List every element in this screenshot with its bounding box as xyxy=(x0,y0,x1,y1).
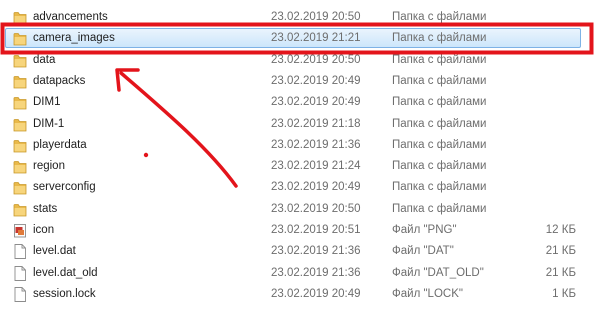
file-row[interactable]: data 23.02.2019 20:50 Папка с файлами xyxy=(0,50,600,71)
file-type: Файл "PNG" xyxy=(392,224,457,236)
file-row[interactable]: session.lock 23.02.2019 20:49 Файл "LOCK" 1… xyxy=(0,284,600,305)
folder-icon xyxy=(13,74,27,89)
file-date: 23.02.2019 20:49 xyxy=(271,74,361,87)
file-row[interactable]: level.dat_old 23.02.2019 21:36 Файл "DAT_O… xyxy=(0,263,600,284)
file-type: Файл "LOCK" xyxy=(392,287,463,300)
file-row[interactable]: playerdata 23.02.2019 21:36 Папка с файлам… xyxy=(0,135,600,156)
folder-icon xyxy=(13,202,27,217)
file-size: 21 КБ xyxy=(545,266,576,279)
file-name: camera_images xyxy=(33,32,115,45)
file-date: 23.02.2019 21:36 xyxy=(271,245,361,258)
file-name: level.dat xyxy=(33,245,76,258)
file-date: 23.02.2019 21:18 xyxy=(271,117,361,130)
file-row[interactable]: camera_images 23.02.2019 21:21 Папка с фай… xyxy=(0,28,600,49)
folder-icon xyxy=(13,117,27,132)
file-type: Папка с файлами xyxy=(392,160,487,173)
file-type: Папка с файлами xyxy=(392,96,487,109)
file-date: 23.02.2019 20:51 xyxy=(271,224,361,236)
file-name: advancements xyxy=(33,11,108,23)
file-type: Папка с файлами xyxy=(392,202,487,215)
file-name: icon xyxy=(33,224,55,236)
file-icon xyxy=(13,286,27,302)
file-date: 23.02.2019 21:21 xyxy=(271,32,361,45)
file-type: Папка с файлами xyxy=(392,138,487,151)
file-name: stats xyxy=(33,202,58,215)
file-date: 23.02.2019 20:50 xyxy=(271,202,361,215)
file-name: data xyxy=(33,53,56,66)
file-name: DIM-1 xyxy=(33,117,65,130)
folder-icon xyxy=(13,180,27,195)
file-date: 23.02.2019 21:36 xyxy=(271,138,361,151)
file-row[interactable]: DIM1 23.02.2019 20:49 Папка с файлами xyxy=(0,92,600,113)
file-size: 21 КБ xyxy=(545,245,576,258)
file-date: 23.02.2019 21:36 xyxy=(271,266,361,279)
file-size: 12 КБ xyxy=(545,224,576,236)
file-name: region xyxy=(33,160,65,173)
file-type: Папка с файлами xyxy=(392,11,487,23)
folder-icon xyxy=(13,31,27,46)
file-name: serverconfig xyxy=(33,181,96,194)
file-icon xyxy=(13,244,27,260)
file-size: 1 КБ xyxy=(552,287,576,300)
file-list: advancements 23.02.2019 20:50 Папка с файл… xyxy=(0,0,600,310)
file-row[interactable]: region 23.02.2019 21:24 Папка с файлами xyxy=(0,156,600,177)
file-date: 23.02.2019 20:49 xyxy=(271,96,361,109)
file-icon xyxy=(13,265,27,281)
file-row[interactable]: advancements 23.02.2019 20:50 Папка с файл… xyxy=(0,7,600,28)
folder-icon xyxy=(13,53,27,68)
file-type: Папка с файлами xyxy=(392,74,487,87)
file-type: Папка с файлами xyxy=(392,32,487,45)
file-date: 23.02.2019 20:49 xyxy=(271,287,361,300)
file-row[interactable]: level.dat 23.02.2019 21:36 Файл "DAT" 21 КБ xyxy=(0,241,600,262)
file-date: 23.02.2019 21:24 xyxy=(271,160,361,173)
file-date: 23.02.2019 20:50 xyxy=(271,53,361,66)
folder-icon xyxy=(13,159,27,174)
file-name: datapacks xyxy=(33,74,86,87)
image-file-icon xyxy=(13,223,27,238)
folder-icon xyxy=(13,95,27,110)
file-type: Папка с файлами xyxy=(392,117,487,130)
file-name: session.lock xyxy=(33,287,96,300)
file-row[interactable]: stats 23.02.2019 20:50 Папка с файлами xyxy=(0,199,600,220)
folder-icon xyxy=(13,138,27,153)
file-row[interactable]: icon 23.02.2019 20:51 Файл "PNG" 12 КБ xyxy=(0,220,600,241)
file-name: level.dat_old xyxy=(33,266,98,279)
file-date: 23.02.2019 20:49 xyxy=(271,181,361,194)
file-row[interactable]: serverconfig 23.02.2019 20:49 Папка с файл… xyxy=(0,177,600,198)
file-name: DIM1 xyxy=(33,96,61,109)
file-type: Файл "DAT_OLD" xyxy=(392,266,484,279)
file-type: Папка с файлами xyxy=(392,181,487,194)
folder-icon xyxy=(13,10,27,25)
file-type: Файл "DAT" xyxy=(392,245,454,258)
file-row[interactable]: datapacks 23.02.2019 20:49 Папка с файлами xyxy=(0,71,600,92)
file-name: playerdata xyxy=(33,138,87,151)
file-date: 23.02.2019 20:50 xyxy=(271,11,361,23)
file-row[interactable]: DIM-1 23.02.2019 21:18 Папка с файлами xyxy=(0,114,600,135)
file-type: Папка с файлами xyxy=(392,53,487,66)
